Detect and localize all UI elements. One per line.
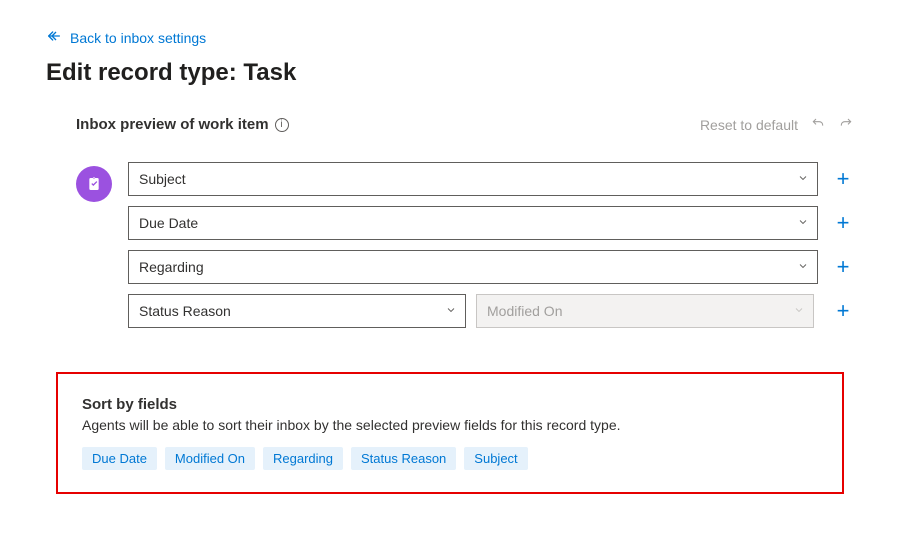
chevron-down-icon (445, 303, 457, 319)
chevron-down-icon (797, 171, 809, 187)
sort-by-fields-panel: Sort by fields Agents will be able to so… (56, 372, 844, 494)
field-select[interactable]: Subject (128, 162, 818, 196)
undo-icon[interactable] (810, 115, 826, 134)
back-link[interactable]: Back to inbox settings (46, 28, 206, 47)
add-field-button[interactable]: + (832, 250, 854, 284)
chevron-down-icon (793, 303, 805, 319)
preview-section-label: Inbox preview of work item i (76, 116, 289, 133)
field-select-value: Status Reason (139, 303, 231, 319)
field-select[interactable]: Regarding (128, 250, 818, 284)
task-badge-icon (76, 166, 112, 202)
back-link-label: Back to inbox settings (70, 30, 206, 46)
field-select-value: Modified On (487, 303, 562, 319)
add-field-button[interactable]: + (832, 294, 854, 328)
preview-section-label-text: Inbox preview of work item (76, 116, 269, 133)
add-field-button[interactable]: + (832, 206, 854, 240)
field-select-value: Regarding (139, 259, 204, 275)
field-select[interactable]: Status Reason (128, 294, 466, 328)
field-select[interactable]: Due Date (128, 206, 818, 240)
info-icon[interactable]: i (275, 118, 289, 132)
sort-chip[interactable]: Modified On (165, 447, 255, 470)
sort-by-fields-title: Sort by fields (82, 396, 818, 413)
chevron-down-icon (797, 259, 809, 275)
sort-chip[interactable]: Due Date (82, 447, 157, 470)
field-select: Modified On (476, 294, 814, 328)
sort-chip[interactable]: Regarding (263, 447, 343, 470)
field-select-value: Due Date (139, 215, 198, 231)
sort-chip[interactable]: Status Reason (351, 447, 456, 470)
chevron-down-icon (797, 215, 809, 231)
sort-by-fields-description: Agents will be able to sort their inbox … (82, 417, 818, 433)
reset-to-default-button[interactable]: Reset to default (700, 117, 798, 133)
redo-icon[interactable] (838, 115, 854, 134)
sort-chip[interactable]: Subject (464, 447, 527, 470)
page-title: Edit record type: Task (46, 59, 854, 87)
field-select-value: Subject (139, 171, 186, 187)
add-field-button[interactable]: + (832, 162, 854, 196)
arrow-left-icon (46, 28, 62, 47)
